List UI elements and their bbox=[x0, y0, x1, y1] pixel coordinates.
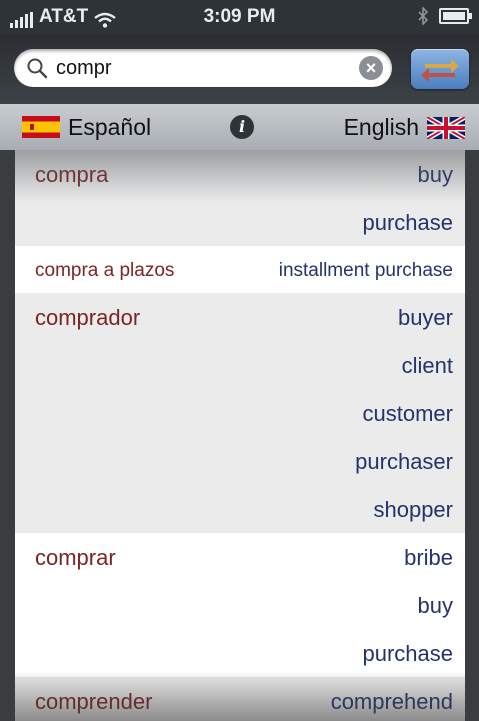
spanish-term: compra a plazos bbox=[35, 260, 175, 281]
bluetooth-icon bbox=[418, 7, 429, 25]
english-translation: customer bbox=[362, 401, 453, 426]
search-input[interactable]: compr × bbox=[14, 49, 392, 87]
search-toolbar: compr × bbox=[0, 34, 479, 104]
swap-languages-button[interactable] bbox=[411, 49, 469, 89]
search-icon bbox=[27, 58, 48, 79]
english-translation: purchase bbox=[362, 641, 453, 666]
english-translation: comprehend bbox=[330, 689, 453, 714]
result-row[interactable]: comprender comprehend bbox=[15, 677, 465, 721]
spanish-term: comprador bbox=[35, 305, 141, 330]
result-row[interactable]: buy bbox=[15, 581, 465, 629]
status-bar: AT&T 3:09 PM bbox=[0, 0, 479, 34]
english-translation: shopper bbox=[373, 497, 453, 522]
status-right-group bbox=[417, 7, 472, 25]
source-language-label[interactable]: Español bbox=[68, 114, 151, 141]
result-row[interactable]: purchaser bbox=[15, 437, 465, 485]
spanish-term: comprar bbox=[35, 545, 116, 570]
english-translation: installment purchase bbox=[278, 260, 453, 281]
english-translation: bribe bbox=[404, 545, 453, 570]
target-language-label[interactable]: English bbox=[344, 114, 419, 141]
result-row[interactable]: comprar bribe bbox=[15, 533, 465, 581]
battery-icon bbox=[439, 8, 472, 24]
result-row[interactable]: compra a plazos installment purchase bbox=[15, 246, 465, 293]
spanish-term: comprender bbox=[35, 689, 153, 714]
result-row[interactable]: customer bbox=[15, 389, 465, 437]
result-row[interactable]: purchase bbox=[15, 198, 465, 246]
english-translation: client bbox=[401, 353, 453, 378]
results-list-content: compra buy purchase compra a plazos installm… bbox=[15, 150, 465, 721]
result-row[interactable]: comprador buyer bbox=[15, 293, 465, 341]
swap-arrows-icon bbox=[421, 59, 459, 82]
info-icon[interactable]: i bbox=[230, 115, 254, 139]
result-row[interactable]: purchase bbox=[15, 629, 465, 677]
english-translation: purchase bbox=[362, 210, 453, 235]
result-row[interactable]: compra buy bbox=[15, 150, 465, 198]
english-translation: buy bbox=[417, 162, 453, 187]
search-query-text: compr bbox=[56, 57, 112, 79]
uk-flag-icon bbox=[427, 117, 465, 139]
english-translation: buy bbox=[417, 593, 453, 618]
clear-search-icon[interactable]: × bbox=[359, 56, 383, 80]
language-bar: Español i English bbox=[0, 104, 479, 150]
spain-flag-icon bbox=[22, 116, 60, 138]
english-translation: purchaser bbox=[355, 449, 453, 474]
english-translation: buyer bbox=[397, 305, 453, 330]
result-row[interactable]: client bbox=[15, 341, 465, 389]
app-screen: AT&T 3:09 PM compr × Español i English c… bbox=[0, 0, 479, 721]
status-time: 3:09 PM bbox=[203, 6, 276, 27]
results-list[interactable]: compra buy purchase compra a plazos installm… bbox=[15, 150, 465, 721]
result-row[interactable]: shopper bbox=[15, 485, 465, 533]
spanish-term: compra bbox=[35, 162, 109, 187]
